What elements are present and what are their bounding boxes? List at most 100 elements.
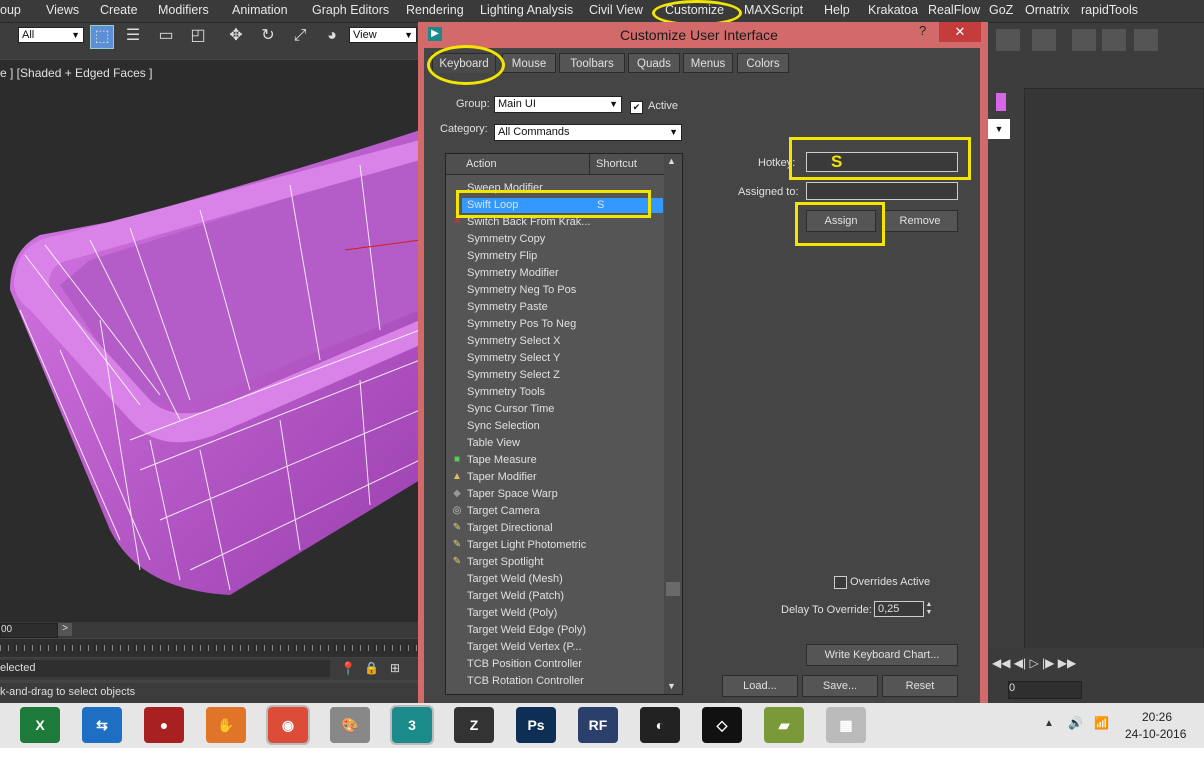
- remove-button[interactable]: Remove: [882, 210, 958, 232]
- action-item[interactable]: Symmetry Tools: [467, 386, 545, 398]
- volume-icon[interactable]: 🔊: [1068, 716, 1083, 730]
- play-controls-icons[interactable]: ◀◀ ◀| ▷ |▶ ▶▶: [992, 656, 1076, 670]
- save-button[interactable]: Save...: [802, 675, 878, 697]
- menu-group[interactable]: oup: [0, 3, 21, 17]
- teapot-icon[interactable]: [1102, 29, 1126, 51]
- shortcut-column-header[interactable]: Shortcut: [596, 158, 637, 170]
- menu-realflow[interactable]: RealFlow: [928, 3, 980, 17]
- perspective-viewport[interactable]: [0, 60, 420, 622]
- teapot-render-icon[interactable]: [1134, 29, 1158, 51]
- lock-icon[interactable]: 🔒: [364, 661, 379, 675]
- menu-modifiers[interactable]: Modifiers: [158, 3, 209, 17]
- reset-button[interactable]: Reset: [882, 675, 958, 697]
- tab-keyboard[interactable]: Keyboard: [432, 53, 496, 73]
- action-item[interactable]: Symmetry Paste: [467, 301, 548, 313]
- menu-maxscript[interactable]: MAXScript: [744, 3, 803, 17]
- taskbar-calculator-icon[interactable]: ▦: [826, 707, 866, 743]
- isolate-icon[interactable]: ⊞: [390, 661, 400, 675]
- tab-mouse[interactable]: Mouse: [502, 53, 556, 73]
- menu-rapidtools[interactable]: rapidTools: [1081, 3, 1138, 17]
- overrides-checkbox[interactable]: [834, 576, 847, 589]
- active-checkbox[interactable]: ✔: [630, 101, 643, 114]
- close-button[interactable]: ✕: [939, 22, 981, 42]
- group-dropdown[interactable]: Main UI ▼: [494, 96, 622, 113]
- action-item[interactable]: Sweep Modifier: [467, 182, 543, 194]
- action-item[interactable]: Swift Loop: [467, 199, 518, 211]
- clock-date[interactable]: 24-10-2016: [1125, 727, 1186, 741]
- menu-graph-editors[interactable]: Graph Editors: [312, 3, 389, 17]
- action-item[interactable]: Target Camera: [467, 505, 540, 517]
- menu-lighting-analysis[interactable]: Lighting Analysis: [480, 3, 573, 17]
- help-button[interactable]: ?: [919, 23, 926, 38]
- action-column-header[interactable]: Action: [466, 158, 497, 170]
- action-item[interactable]: Target Weld (Poly): [467, 607, 557, 619]
- taskbar-app3-icon[interactable]: ●: [144, 707, 184, 743]
- action-item[interactable]: Table View: [467, 437, 520, 449]
- time-slider-handle[interactable]: 00: [0, 623, 58, 638]
- taskbar-zbrush-icon[interactable]: Z: [454, 707, 494, 743]
- current-frame[interactable]: 0: [1008, 681, 1082, 699]
- select-by-name-icon[interactable]: ☰: [122, 25, 144, 47]
- rotate-icon[interactable]: ↻: [257, 25, 279, 47]
- hotkey-field[interactable]: S: [806, 152, 958, 172]
- taskbar-app11-icon[interactable]: ◐: [640, 707, 680, 743]
- rect-select-icon[interactable]: ▭: [155, 25, 177, 47]
- window-crossing-icon[interactable]: ◰: [187, 25, 209, 47]
- load-button[interactable]: Load...: [722, 675, 798, 697]
- taskbar-excel-icon[interactable]: X: [20, 707, 60, 743]
- object-color-swatch[interactable]: [996, 93, 1006, 111]
- action-item[interactable]: TCB Rotation Controller: [467, 675, 584, 687]
- action-item[interactable]: TCB Position Controller: [467, 658, 582, 670]
- menu-civil-view[interactable]: Civil View: [589, 3, 643, 17]
- move-icon[interactable]: ✥: [225, 25, 247, 47]
- action-item[interactable]: Taper Space Warp: [467, 488, 558, 500]
- viewport-label[interactable]: e ] [Shaded + Edged Faces ]: [0, 66, 152, 80]
- taskbar-app4-icon[interactable]: ✋: [206, 707, 246, 743]
- track-bar[interactable]: [0, 639, 420, 657]
- taskbar-chrome-icon[interactable]: ◉: [266, 705, 310, 745]
- action-item[interactable]: Target Weld (Mesh): [467, 573, 563, 585]
- clock-time[interactable]: 20:26: [1142, 710, 1172, 724]
- menu-ornatrix[interactable]: Ornatrix: [1025, 3, 1069, 17]
- action-item[interactable]: Symmetry Neg To Pos: [467, 284, 576, 296]
- menu-goz[interactable]: GoZ: [989, 3, 1013, 17]
- time-slider[interactable]: 00 >: [0, 622, 420, 638]
- menu-views[interactable]: Views: [46, 3, 79, 17]
- delay-input[interactable]: 0,25: [874, 601, 924, 617]
- action-item[interactable]: Taper Modifier: [467, 471, 537, 483]
- tab-toolbars[interactable]: Toolbars: [559, 53, 625, 73]
- action-item[interactable]: Switch Back From Krak...: [467, 216, 590, 228]
- place-icon[interactable]: ◕: [321, 25, 343, 47]
- taskbar-app13-icon[interactable]: ▰: [764, 707, 804, 743]
- action-item[interactable]: Sync Selection: [467, 420, 540, 432]
- tab-menus[interactable]: Menus: [683, 53, 733, 73]
- menu-krakatoa[interactable]: Krakatoa: [868, 3, 918, 17]
- taskbar-photoshop-icon[interactable]: Ps: [516, 707, 556, 743]
- network-icon[interactable]: 📶: [1094, 716, 1109, 730]
- write-keyboard-chart-button[interactable]: Write Keyboard Chart...: [806, 644, 958, 666]
- action-item[interactable]: Symmetry Pos To Neg: [467, 318, 576, 330]
- menu-create[interactable]: Create: [100, 3, 138, 17]
- action-item[interactable]: Target Light Photometric: [467, 539, 586, 551]
- selection-filter-dropdown[interactable]: All ▼: [18, 27, 84, 43]
- tab-colors[interactable]: Colors: [737, 53, 789, 73]
- panel-dropdown[interactable]: ▼: [988, 119, 1010, 139]
- action-item[interactable]: Symmetry Select Y: [467, 352, 560, 364]
- action-item[interactable]: Symmetry Copy: [467, 233, 545, 245]
- assign-button[interactable]: Assign: [806, 210, 876, 232]
- scroll-up-icon[interactable]: ▲: [667, 156, 676, 166]
- toolbar-icon-a[interactable]: [996, 29, 1020, 51]
- action-item[interactable]: Target Weld (Patch): [467, 590, 564, 602]
- action-item[interactable]: Target Weld Vertex (P...: [467, 641, 582, 653]
- toolbar-icon-c[interactable]: [1072, 29, 1096, 51]
- taskbar-realflow-icon[interactable]: RF: [578, 707, 618, 743]
- list-scrollbar[interactable]: ▲ ▼: [664, 154, 682, 694]
- action-item[interactable]: Target Directional: [467, 522, 553, 534]
- menu-help[interactable]: Help: [824, 3, 850, 17]
- action-item[interactable]: Sync Cursor Time: [467, 403, 554, 415]
- pin-icon[interactable]: 📍: [340, 661, 356, 677]
- time-slider-next[interactable]: >: [58, 623, 72, 636]
- taskbar-teamviewer-icon[interactable]: ⇆: [82, 707, 122, 743]
- reference-coord-dropdown[interactable]: View ▼: [349, 27, 417, 43]
- tab-quads[interactable]: Quads: [628, 53, 680, 73]
